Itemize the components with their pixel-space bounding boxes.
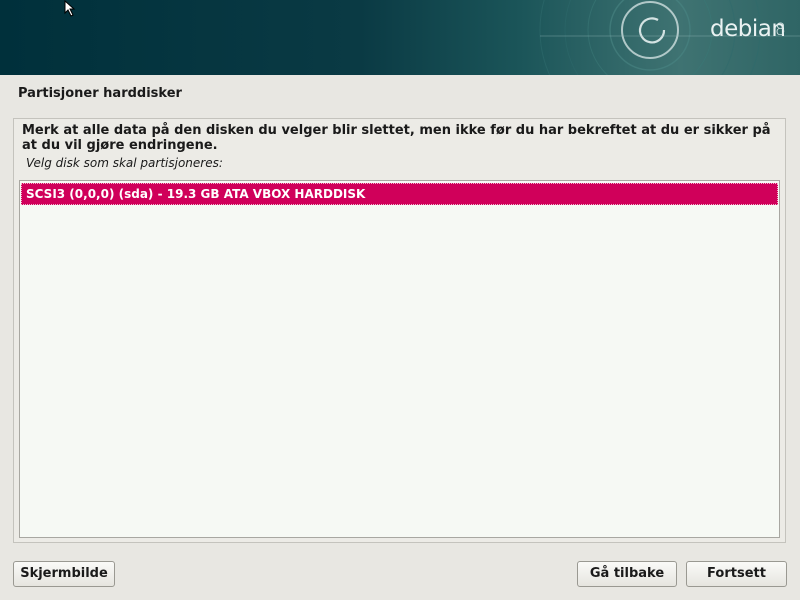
disk-list-item-sda[interactable]: SCSI3 (0,0,0) (sda) - 19.3 GB ATA VBOX H… bbox=[21, 183, 778, 205]
warning-text: Merk at alle data på den disken du velge… bbox=[22, 123, 771, 153]
back-button[interactable]: Gå tilbake bbox=[577, 561, 677, 587]
swirl-decoration bbox=[539, 0, 800, 75]
page-title: Partisjoner harddisker bbox=[18, 86, 182, 101]
screenshot-button[interactable]: Skjermbilde bbox=[13, 561, 115, 587]
disk-prompt-label: Velg disk som skal partisjoneres: bbox=[26, 156, 223, 170]
debian-version-number: 8 bbox=[775, 20, 786, 40]
continue-button[interactable]: Fortsett bbox=[686, 561, 787, 587]
debian-banner: debian 8 bbox=[0, 0, 800, 75]
mouse-cursor-icon bbox=[64, 0, 76, 17]
disk-list[interactable]: SCSI3 (0,0,0) (sda) - 19.3 GB ATA VBOX H… bbox=[19, 180, 780, 538]
